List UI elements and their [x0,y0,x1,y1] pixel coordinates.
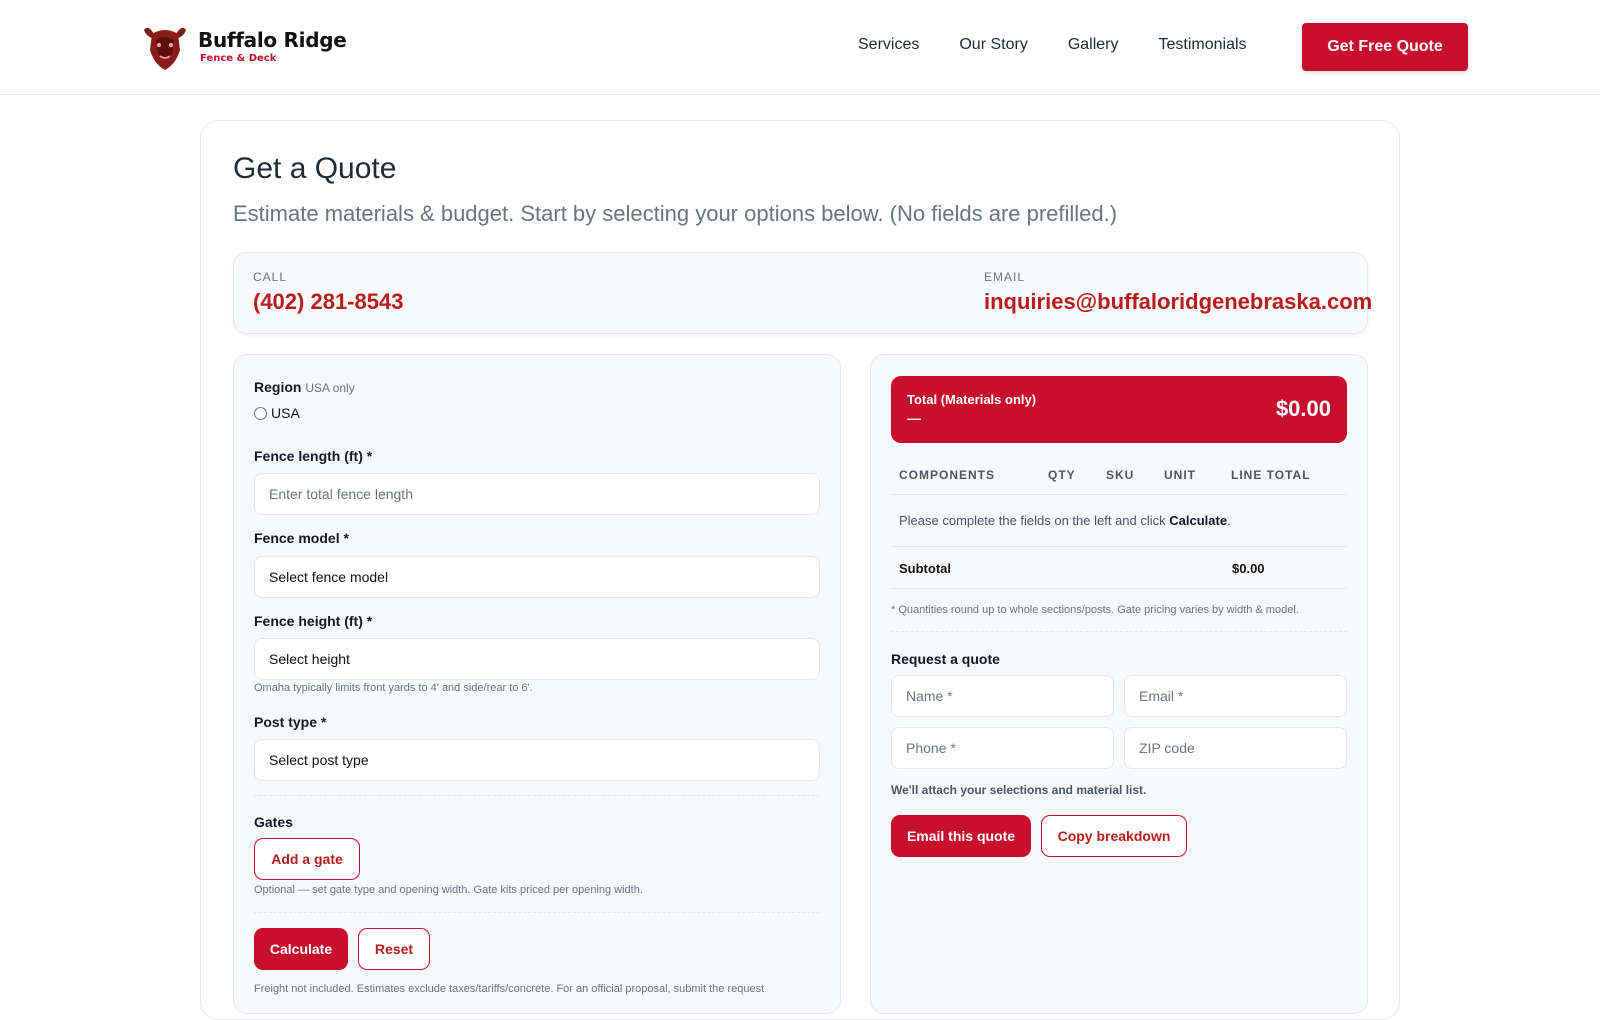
table-divider [891,494,1347,495]
nav-link-testimonials[interactable]: Testimonials [1159,36,1247,54]
quantities-note: * Quantities round up to whole sections/… [891,604,1299,616]
region-note: USA only [305,381,355,395]
email-link[interactable]: inquiries@buffaloridgenebraska.com [984,289,1372,315]
email-label: EMAIL [984,270,1026,284]
fence-height-hint: Omaha typically limits front yards to 4'… [254,682,533,694]
subtotal-value: $0.00 [1232,561,1265,576]
panel-divider [891,631,1347,632]
nav-link-services[interactable]: Services [858,36,919,54]
fence-model-label: Fence model * [254,530,349,546]
total-label: Total (Materials only) [907,392,1037,407]
reset-button[interactable]: Reset [358,928,430,970]
table-divider [891,588,1347,589]
total-amount: $0.00 [1275,396,1331,421]
gates-label: Gates [254,814,293,830]
contact-bar: CALL (402) 281-8543 EMAIL inquiries@buff… [233,252,1372,334]
request-quote-title: Request a quote [891,651,1000,667]
email-input[interactable]: Email * [1124,675,1347,717]
brand-tagline: Fence & Deck [200,53,277,64]
buffalo-logo-icon [144,27,186,70]
nav-link-gallery[interactable]: Gallery [1068,36,1119,54]
fence-model-select[interactable]: Select fence model [254,556,820,598]
copy-breakdown-button[interactable]: Copy breakdown [1041,815,1187,857]
region-usa-radio[interactable] [254,406,267,420]
page-subtitle: Estimate materials & budget. Start by se… [233,201,1118,226]
post-type-label: Post type * [254,714,327,730]
form-divider [254,912,820,913]
column-header-unit: UNIT [1164,468,1196,482]
freight-footnote: Freight not included. Estimates exclude … [254,983,765,995]
fence-height-label: Fence height (ft) * [254,613,373,629]
column-header-sku: SKU [1106,468,1135,482]
total-banner: Total (Materials only) — $0.00 [891,376,1347,443]
name-input[interactable]: Name * [891,675,1114,717]
fence-length-input[interactable]: Enter total fence length [254,473,820,515]
subtotal-label: Subtotal [899,561,951,576]
calculate-button[interactable]: Calculate [254,928,348,970]
region-label: Region USA only [254,379,355,395]
region-usa-option[interactable]: USA [254,405,300,421]
call-label: CALL [253,270,288,284]
add-gate-button[interactable]: Add a gate [254,838,360,880]
calculate-keyword: Calculate [1169,513,1228,528]
column-header-line-total: LINE TOTAL [1231,468,1311,482]
column-header-qty: QTY [1048,468,1076,482]
attach-note: We'll attach your selections and materia… [891,783,1147,797]
nav-link-our-story[interactable]: Our Story [959,36,1027,54]
brand-logo[interactable]: Buffalo Ridge Fence & Deck [138,20,347,74]
region-usa-label: USA [271,405,300,421]
empty-table-message: Please complete the fields on the left a… [899,513,1231,528]
fence-length-label: Fence length (ft) * [254,448,373,464]
get-free-quote-button[interactable]: Get Free Quote [1302,23,1468,71]
brand-name: Buffalo Ridge [198,28,347,52]
column-header-components: COMPONENTS [899,468,996,482]
total-dash: — [907,410,921,426]
page-title: Get a Quote [233,152,397,185]
phone-link[interactable]: (402) 281-8543 [253,289,403,315]
email-quote-button[interactable]: Email this quote [891,815,1031,857]
table-divider [891,546,1347,547]
zip-input[interactable]: ZIP code [1124,727,1347,769]
phone-input[interactable]: Phone * [891,727,1114,769]
fence-height-select[interactable]: Select height [254,638,820,680]
post-type-select[interactable]: Select post type [254,739,820,781]
main-nav: Services Our Story Gallery Testimonials [858,36,1247,54]
site-header: Buffalo Ridge Fence & Deck Services Our … [0,0,1600,95]
gates-hint: Optional — set gate type and opening wid… [254,884,643,896]
form-divider [254,795,820,796]
